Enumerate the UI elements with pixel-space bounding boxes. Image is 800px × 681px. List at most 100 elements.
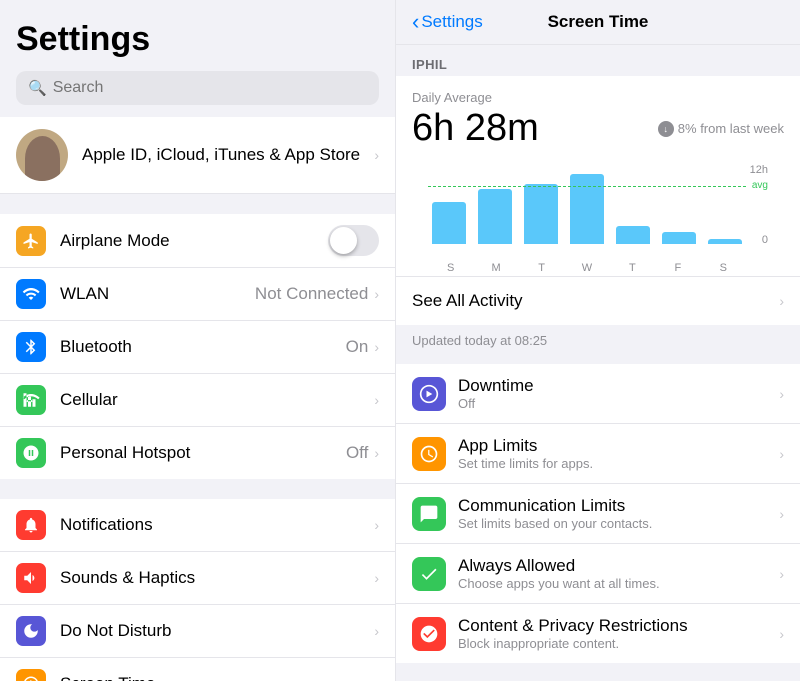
settings-title: Settings (0, 0, 395, 67)
downtime-icon (412, 377, 446, 411)
search-bar[interactable]: 🔍 (16, 71, 379, 105)
settings-row-applimits[interactable]: App Limits Set time limits for apps. › (396, 424, 800, 484)
notifications-chevron: › (374, 517, 379, 533)
passcode-section: Change Screen Time Passcode (396, 663, 800, 681)
contentprivacy-icon (412, 617, 446, 651)
avatar (16, 129, 68, 181)
nav-title: Screen Time (548, 12, 649, 32)
bar-w (566, 164, 608, 244)
settings-row-sounds[interactable]: Sounds & Haptics › (0, 552, 395, 605)
hotspot-chevron: › (374, 445, 379, 461)
applimits-title: App Limits (458, 436, 779, 456)
airplane-toggle[interactable] (328, 225, 379, 256)
profile-chevron: › (374, 147, 379, 163)
see-all-row[interactable]: See All Activity › (396, 276, 800, 325)
commlimits-icon (412, 497, 446, 531)
daily-avg-label: Daily Average (412, 90, 784, 105)
donotdisturb-label: Do Not Disturb (60, 621, 374, 641)
donotdisturb-icon (16, 616, 46, 646)
alwaysallowed-title: Always Allowed (458, 556, 779, 576)
settings-row-notifications[interactable]: Notifications › (0, 499, 395, 552)
chart-day-t1: T (519, 262, 564, 274)
notifications-icon (16, 510, 46, 540)
settings-row-hotspot[interactable]: Personal Hotspot Off › (0, 427, 395, 479)
notifications-label: Notifications (60, 515, 374, 535)
downtime-content: Downtime Off (458, 376, 779, 411)
bar-t1 (520, 164, 562, 244)
profile-section-label: IPHIL (396, 45, 800, 76)
wlan-chevron: › (374, 286, 379, 302)
downtime-title: Downtime (458, 376, 779, 396)
bar-s1 (428, 164, 470, 244)
screentime-chevron: › (374, 676, 379, 681)
settings-row-donotdisturb[interactable]: Do Not Disturb › (0, 605, 395, 658)
settings-row-downtime[interactable]: Downtime Off › (396, 364, 800, 424)
chart-day-t2: T (610, 262, 655, 274)
search-icon: 🔍 (28, 79, 47, 97)
sounds-chevron: › (374, 570, 379, 586)
settings-group-1: Airplane Mode WLAN Not Connected › Blue (0, 214, 395, 479)
settings-row-alwaysallowed[interactable]: Always Allowed Choose apps you want at a… (396, 544, 800, 604)
cellular-icon (16, 385, 46, 415)
contentprivacy-title: Content & Privacy Restrictions (458, 616, 779, 636)
settings-row-contentprivacy[interactable]: Content & Privacy Restrictions Block ina… (396, 604, 800, 663)
bluetooth-value: On (346, 337, 369, 357)
chart-day-s2: S (701, 262, 746, 274)
bar-m (474, 164, 516, 244)
hotspot-value: Off (346, 443, 368, 463)
right-panel: ‹ Settings Screen Time IPHIL Daily Avera… (395, 0, 800, 681)
bluetooth-label: Bluetooth (60, 337, 346, 357)
chart-days-row: S M T W T F S (428, 262, 746, 274)
see-all-label: See All Activity (412, 291, 523, 311)
settings-row-airplane[interactable]: Airplane Mode (0, 214, 395, 268)
bar-t2 (612, 164, 654, 244)
right-settings-group: Downtime Off › App Limits Set time limit… (396, 364, 800, 663)
screentime-label: Screen Time (60, 674, 374, 681)
settings-list: Apple ID, iCloud, iTunes & App Store › A… (0, 117, 395, 681)
contentprivacy-content: Content & Privacy Restrictions Block ina… (458, 616, 779, 651)
contentprivacy-subtitle: Block inappropriate content. (458, 636, 779, 651)
applimits-content: App Limits Set time limits for apps. (458, 436, 779, 471)
applimits-icon (412, 437, 446, 471)
nav-back-label: Settings (421, 12, 482, 32)
weekly-change: ↓ 8% from last week (658, 121, 784, 137)
chart-bars (428, 164, 746, 244)
airplane-icon (16, 226, 46, 256)
daily-avg-value: 6h 28m (412, 107, 539, 150)
chart-day-s1: S (428, 262, 473, 274)
alwaysallowed-icon (412, 557, 446, 591)
wlan-label: WLAN (60, 284, 255, 304)
settings-row-commlimits[interactable]: Communication Limits Set limits based on… (396, 484, 800, 544)
bar-s2 (704, 164, 746, 244)
chart-avg-label: avg (752, 180, 768, 191)
search-input[interactable] (53, 79, 367, 97)
downtime-chevron: › (779, 386, 784, 402)
cellular-label: Cellular (60, 390, 374, 410)
updated-label: Updated today at 08:25 (396, 325, 800, 356)
downtime-subtitle: Off (458, 396, 779, 411)
nav-back-button[interactable]: ‹ Settings (412, 9, 483, 35)
daily-avg-value-row: 6h 28m ↓ 8% from last week (412, 107, 784, 150)
chart-day-f: F (655, 262, 700, 274)
settings-row-bluetooth[interactable]: Bluetooth On › (0, 321, 395, 374)
profile-info: Apple ID, iCloud, iTunes & App Store (82, 145, 374, 165)
daily-avg-section: Daily Average 6h 28m ↓ 8% from last week… (396, 76, 800, 276)
sounds-icon (16, 563, 46, 593)
settings-row-wlan[interactable]: WLAN Not Connected › (0, 268, 395, 321)
applimits-chevron: › (779, 446, 784, 462)
contentprivacy-chevron: › (779, 626, 784, 642)
see-all-chevron: › (779, 293, 784, 309)
profile-name: Apple ID, iCloud, iTunes & App Store (82, 145, 374, 165)
chart-day-w: W (564, 262, 609, 274)
commlimits-chevron: › (779, 506, 784, 522)
hotspot-label: Personal Hotspot (60, 443, 346, 463)
back-arrow-icon: ‹ (412, 9, 419, 35)
chart-day-m: M (473, 262, 518, 274)
bluetooth-chevron: › (374, 339, 379, 355)
settings-row-cellular[interactable]: Cellular › (0, 374, 395, 427)
profile-row[interactable]: Apple ID, iCloud, iTunes & App Store › (0, 117, 395, 194)
settings-row-screentime[interactable]: Screen Time › (0, 658, 395, 681)
nav-bar: ‹ Settings Screen Time (396, 0, 800, 45)
bar-f (658, 164, 700, 244)
sounds-label: Sounds & Haptics (60, 568, 374, 588)
